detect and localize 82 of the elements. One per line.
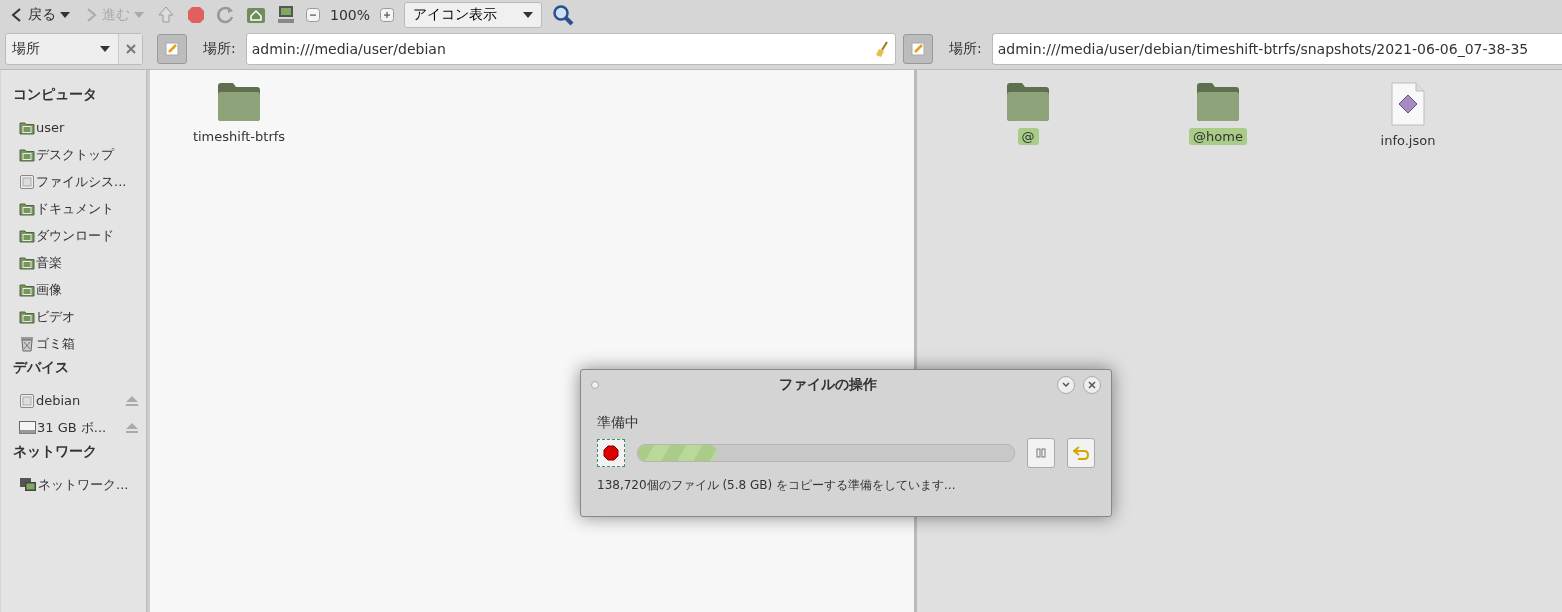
- reload-icon: [216, 5, 236, 25]
- location-field[interactable]: admin:///media/user/debian: [245, 33, 896, 65]
- undo-button[interactable]: [1067, 438, 1095, 468]
- drive-icon: [19, 174, 35, 189]
- sidebar-item[interactable]: 音楽: [1, 249, 146, 276]
- folder-icon: [19, 309, 35, 324]
- file-item[interactable]: info.json: [1359, 82, 1457, 149]
- caret-icon: [60, 12, 70, 18]
- sidebar-item[interactable]: 31 GB ボ...: [1, 414, 146, 441]
- caret-icon: [134, 12, 144, 18]
- folder-icon: [19, 282, 35, 297]
- sidebar-item[interactable]: ゴミ箱: [1, 330, 146, 357]
- toolbar-button[interactable]: [246, 5, 266, 25]
- folder-icon: [19, 228, 35, 243]
- status-text: 準備中: [597, 414, 640, 432]
- plus-icon: [380, 8, 395, 22]
- section-heading: デバイス: [12, 358, 70, 377]
- toolbar-button[interactable]: [276, 5, 296, 25]
- pause-button[interactable]: [1027, 438, 1055, 468]
- up-arrow-icon: [156, 5, 176, 25]
- search-button[interactable]: [552, 4, 575, 26]
- computer-icon: [276, 5, 296, 25]
- zoom-out-button[interactable]: [306, 8, 320, 22]
- folder-icon: [1005, 82, 1051, 122]
- eject-button[interactable]: [126, 422, 138, 433]
- chevron-down-icon: [1062, 382, 1070, 388]
- toolbar-button[interactable]: [186, 5, 206, 25]
- sidebar-item[interactable]: ビデオ: [1, 303, 146, 330]
- sidebar-item[interactable]: ダウンロード: [1, 222, 146, 249]
- stop-icon: [186, 5, 206, 25]
- sidebar-item[interactable]: デスクトップ: [1, 141, 146, 168]
- file-item[interactable]: timeshift-btrfs: [190, 82, 288, 145]
- drive-icon: [19, 393, 35, 408]
- eject-icon: [126, 395, 138, 406]
- sidebar-item[interactable]: debian: [1, 387, 146, 414]
- folder-icon: [19, 255, 35, 270]
- pencil-note-icon: [164, 41, 180, 57]
- sidebar-item[interactable]: user: [1, 114, 146, 141]
- zoom-level: 100%: [330, 7, 371, 23]
- stop-button[interactable]: [597, 439, 625, 467]
- sidebar-item[interactable]: ファイルシス...: [1, 168, 146, 195]
- sidebar-item[interactable]: ネットワーク...: [1, 471, 146, 498]
- window-menu-dot-icon: [591, 381, 599, 389]
- progress-detail: 138,720個のファイル (5.8 GB) をコピーする準備をしています...: [597, 477, 957, 494]
- trash-icon: [19, 335, 35, 352]
- broom-icon: [875, 41, 889, 57]
- section-heading: コンピュータ: [12, 85, 98, 104]
- folder-icon: [1195, 82, 1241, 122]
- location-field[interactable]: admin:///media/user/debian/timeshift-btrfs/snapshots/2021-06-06_07-38-35: [991, 33, 1562, 65]
- section-heading: ネットワーク: [12, 442, 98, 461]
- view-mode-dropdown[interactable]: アイコン表示: [404, 2, 543, 28]
- document-icon: [1389, 82, 1427, 126]
- home-icon: [246, 5, 266, 25]
- stop-icon: [603, 445, 619, 461]
- edit-location-button[interactable]: [903, 34, 933, 64]
- pause-icon: [1036, 448, 1046, 458]
- file-item[interactable]: @: [979, 82, 1077, 145]
- close-button[interactable]: [1083, 376, 1101, 394]
- folder-icon: [216, 82, 262, 122]
- caret-icon: [523, 12, 534, 18]
- location-label: 場所:: [203, 40, 236, 58]
- folder-icon: [19, 147, 35, 162]
- network-computers-icon: [19, 476, 37, 493]
- zoom-in-button[interactable]: [380, 8, 395, 22]
- minus-icon: [306, 8, 320, 22]
- edit-location-button[interactable]: [157, 34, 187, 64]
- folder-icon: [19, 201, 35, 216]
- eject-button[interactable]: [126, 395, 138, 406]
- back-button[interactable]: 戻る: [8, 6, 72, 24]
- undo-arrow-icon: [1073, 446, 1089, 460]
- folder-icon: [19, 120, 35, 135]
- drive-icon: [19, 421, 36, 434]
- sidebar-item[interactable]: 画像: [1, 276, 146, 303]
- close-icon: [1088, 381, 1096, 389]
- file-item[interactable]: @home: [1169, 82, 1267, 145]
- sidebar-item[interactable]: ドキュメント: [1, 195, 146, 222]
- location-label: 場所:: [949, 40, 982, 58]
- dialog-title: ファイルの操作: [778, 376, 878, 394]
- search-icon: [552, 4, 575, 26]
- eject-icon: [126, 422, 138, 433]
- minimize-button[interactable]: [1057, 376, 1075, 394]
- pencil-note-icon: [910, 41, 926, 57]
